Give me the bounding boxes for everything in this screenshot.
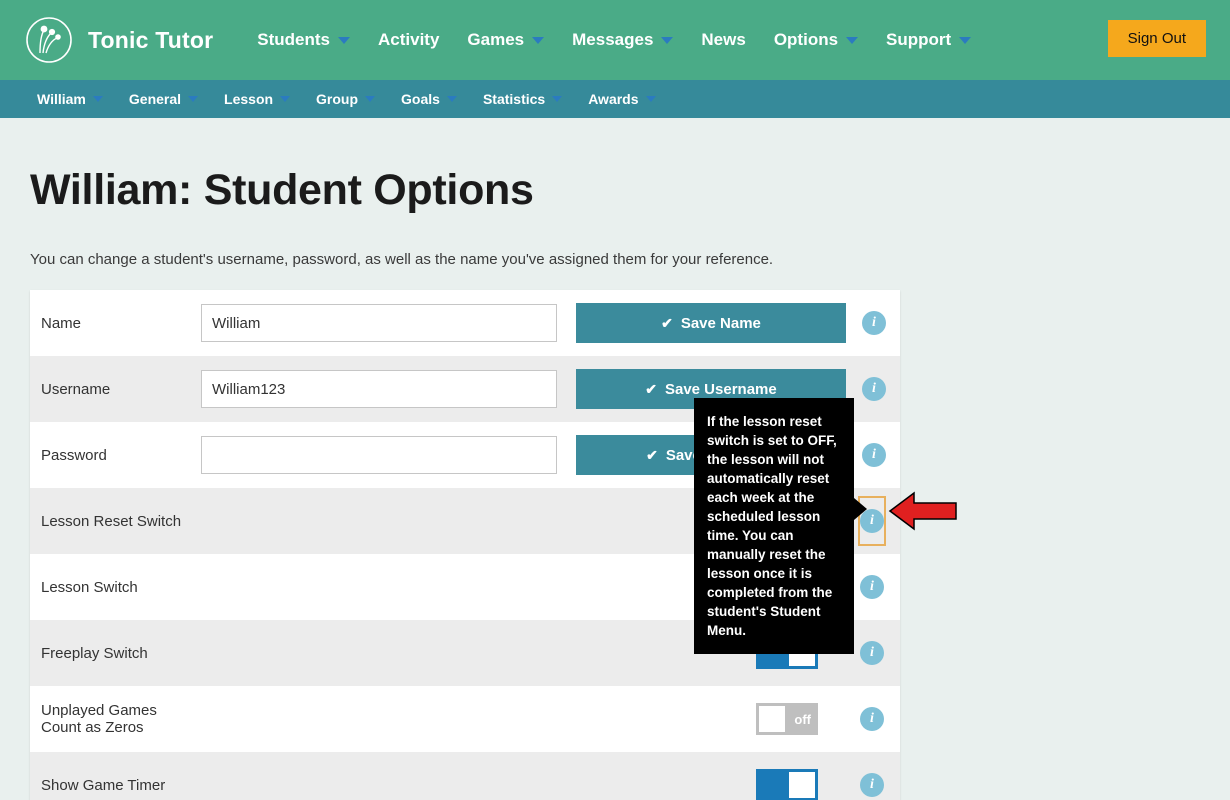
check-icon: ✔ — [645, 381, 657, 397]
nav-item-students[interactable]: Students — [243, 24, 364, 56]
toggle-knob — [789, 772, 815, 798]
unplayed-games-zeros-toggle[interactable]: off — [756, 703, 818, 735]
info-icon[interactable]: i — [860, 641, 884, 665]
sign-out-button[interactable]: Sign Out — [1107, 20, 1206, 57]
tooltip-pointer-icon — [854, 498, 867, 520]
toggle-knob — [759, 706, 785, 732]
save-button-label: Save Name — [680, 314, 761, 332]
chevron-down-icon — [338, 36, 350, 44]
subnav-item-group[interactable]: Group — [303, 87, 388, 111]
page-subtitle: You can change a student's username, pas… — [30, 251, 774, 268]
chevron-down-icon — [661, 36, 674, 44]
check-icon: ✔ — [646, 447, 658, 463]
info-cell: i — [846, 377, 902, 401]
nav-label: Students — [257, 30, 330, 49]
brand-name[interactable]: Tonic Tutor — [88, 27, 213, 54]
name-input[interactable] — [201, 304, 557, 342]
option-field: ✔ Save Name — [201, 303, 846, 343]
save-name-button[interactable]: ✔ Save Name — [576, 303, 846, 343]
option-label: Lesson Switch — [41, 578, 138, 596]
primary-nav: Students Activity Games Messages News Op… — [243, 24, 985, 56]
subnav-item-general[interactable]: General — [116, 87, 211, 111]
option-label: Name — [41, 314, 82, 332]
nav-label: Games — [467, 30, 525, 49]
top-header: Tonic Tutor Students Activity Games Mess… — [0, 0, 1230, 80]
page-title: William: Student Options — [30, 166, 534, 214]
chevron-down-icon — [280, 96, 291, 102]
chevron-down-icon — [552, 96, 563, 102]
info-cell: i — [844, 773, 900, 797]
info-cell: i — [844, 707, 900, 731]
option-row-show-game-timer: Show Game Timer i — [30, 752, 900, 800]
chevron-down-icon — [188, 96, 199, 102]
info-icon[interactable]: i — [860, 575, 884, 599]
subnav-item-statistics[interactable]: Statistics — [470, 87, 575, 111]
nav-label: Messages — [572, 30, 654, 49]
subnav-label: William — [37, 91, 86, 107]
info-icon[interactable]: i — [862, 443, 886, 467]
toggle-cell: off — [201, 703, 844, 735]
save-button-label: Save Username — [664, 380, 777, 398]
option-label: Unplayed Games Count as Zeros — [41, 702, 157, 736]
show-game-timer-toggle[interactable] — [756, 769, 818, 800]
lesson-reset-switch-tooltip: If the lesson reset switch is set to OFF… — [694, 398, 854, 654]
username-input[interactable] — [201, 370, 557, 408]
subnav-label: General — [128, 91, 182, 107]
nav-item-support[interactable]: Support — [872, 24, 985, 56]
info-icon[interactable]: i — [862, 311, 886, 335]
subnav-label: Lesson — [224, 91, 274, 107]
subnav-label: Group — [316, 91, 359, 107]
page-body: William: Student Options You can change … — [0, 166, 1230, 800]
subnav-label: Goals — [401, 91, 440, 107]
password-input[interactable] — [201, 436, 557, 474]
option-label: Show Game Timer — [41, 776, 166, 794]
subnav-item-awards[interactable]: Awards — [575, 87, 668, 111]
nav-label: Support — [886, 30, 952, 49]
info-cell: i — [846, 311, 902, 335]
option-row-unplayed-games-count-as-zeros: Unplayed Games Count as Zeros off i — [30, 686, 900, 752]
chevron-down-icon — [92, 96, 103, 102]
subnav-item-william[interactable]: William — [24, 87, 116, 111]
option-label: Lesson Reset Switch — [41, 512, 182, 530]
subnav-label: Awards — [588, 91, 639, 107]
nav-item-activity[interactable]: Activity — [364, 24, 453, 56]
chevron-down-icon — [532, 36, 545, 44]
chevron-down-icon — [959, 36, 972, 44]
info-icon[interactable]: i — [860, 773, 884, 797]
info-icon[interactable]: i — [860, 707, 884, 731]
chevron-down-icon — [446, 96, 457, 102]
nav-label: News — [701, 30, 746, 49]
subnav-item-lesson[interactable]: Lesson — [211, 87, 303, 111]
nav-item-games[interactable]: Games — [453, 24, 558, 56]
nav-label: Options — [773, 30, 839, 49]
sub-nav: William General Lesson Group Goals Stati… — [0, 80, 1230, 118]
option-row-name: Name ✔ Save Name i — [30, 290, 900, 356]
info-cell: i — [846, 443, 902, 467]
option-label: Freeplay Switch — [41, 644, 148, 662]
tonic-tutor-logo-icon[interactable] — [24, 15, 74, 65]
nav-item-options[interactable]: Options — [760, 24, 872, 56]
option-label: Password — [41, 446, 107, 464]
nav-label: Activity — [378, 30, 440, 49]
info-icon[interactable]: i — [862, 377, 886, 401]
subnav-label: Statistics — [482, 91, 546, 107]
toggle-cell — [201, 769, 844, 800]
toggle-state-label: off — [794, 711, 811, 727]
chevron-down-icon — [846, 36, 859, 44]
chevron-down-icon — [365, 96, 376, 102]
chevron-down-icon — [645, 96, 656, 102]
option-label: Username — [41, 380, 111, 398]
check-icon: ✔ — [661, 315, 673, 331]
nav-item-news[interactable]: News — [687, 24, 759, 56]
nav-item-messages[interactable]: Messages — [558, 24, 687, 56]
subnav-item-goals[interactable]: Goals — [388, 87, 470, 111]
